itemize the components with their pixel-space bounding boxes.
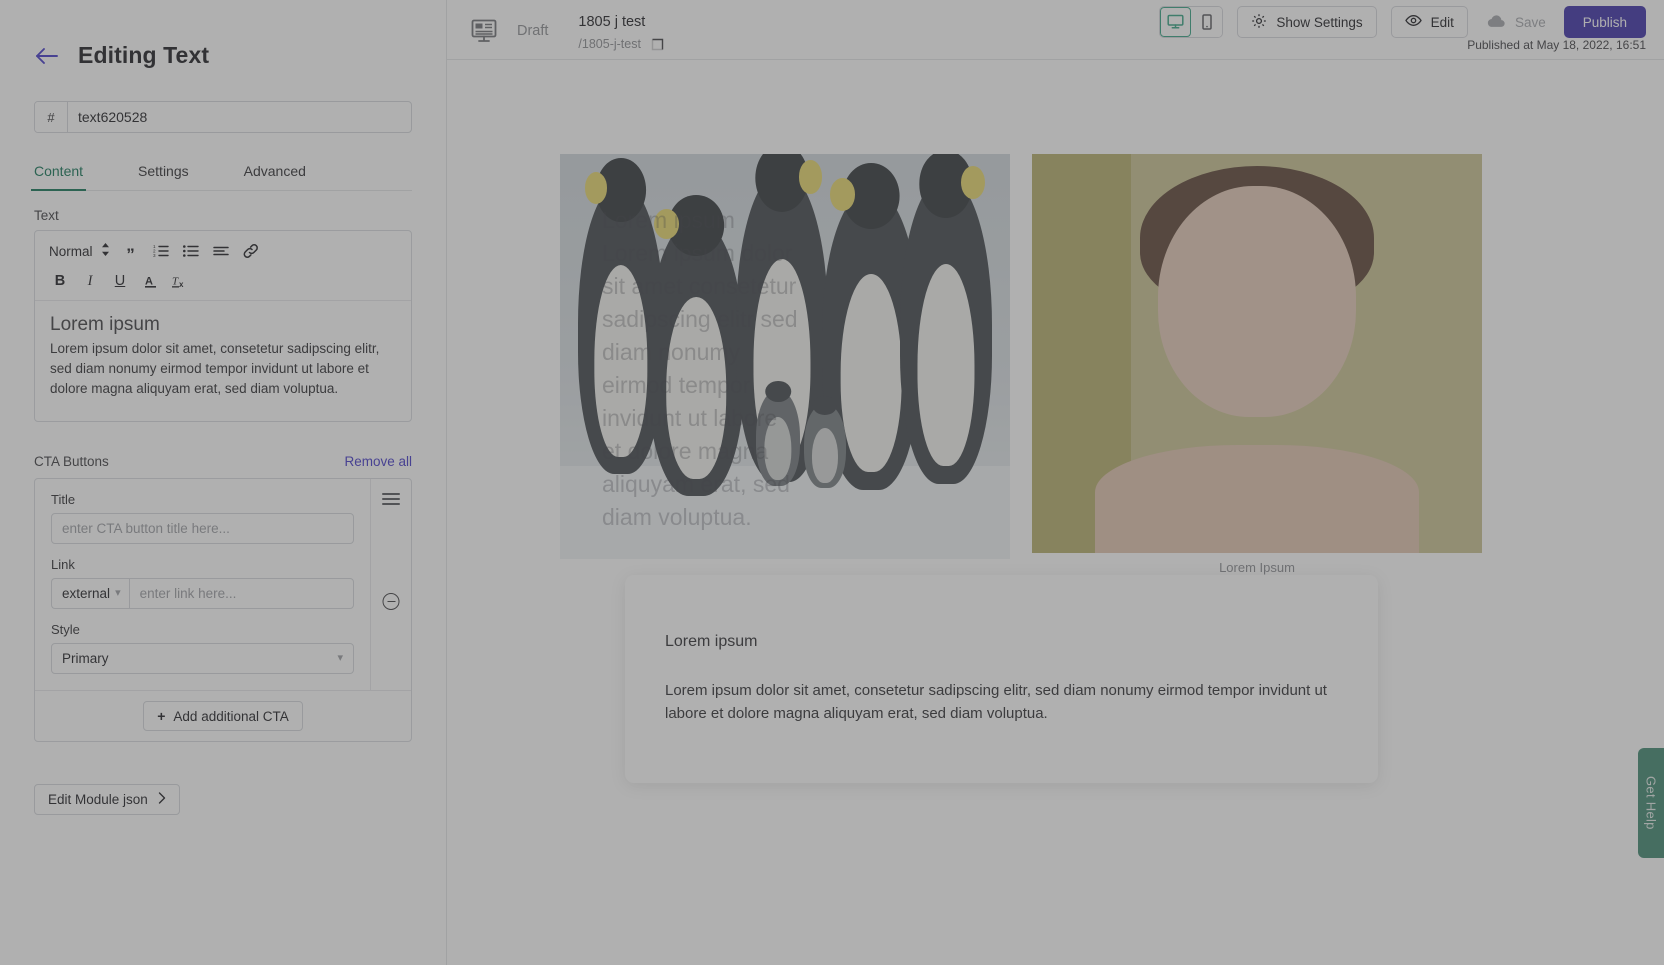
cloud-icon xyxy=(1486,14,1506,31)
rte-heading: Lorem ipsum xyxy=(50,314,396,336)
svg-text:A: A xyxy=(145,275,153,287)
add-additional-cta-button[interactable]: + Add additional CTA xyxy=(143,701,303,731)
cta-fields: Title Link external ▾ Style Primary xyxy=(35,479,371,690)
cta-link-label: Link xyxy=(51,557,354,572)
image-overlay-text: Lorem ipsum Lorem ipsum dolor sit amet c… xyxy=(602,204,802,534)
device-toggle xyxy=(1159,6,1223,38)
add-cta-label: Add additional CTA xyxy=(173,709,288,724)
show-settings-label: Show Settings xyxy=(1276,15,1362,30)
text-color-icon[interactable]: A xyxy=(135,268,165,294)
cta-card-footer: + Add additional CTA xyxy=(35,690,411,741)
clear-format-icon[interactable]: T x xyxy=(165,268,195,294)
published-at-text: Published at May 18, 2022, 16:51 xyxy=(1467,38,1646,52)
external-link-icon[interactable] xyxy=(651,38,664,51)
tab-settings[interactable]: Settings xyxy=(138,163,189,190)
media-item-left: Lorem ipsum Lorem ipsum dolor sit amet c… xyxy=(560,154,1010,559)
rte-paragraph: Lorem ipsum dolor sit amet, consetetur s… xyxy=(50,339,396,399)
cta-title-input[interactable] xyxy=(51,513,354,544)
page-slug: /1805-j-test xyxy=(578,37,641,51)
rich-text-editor: Normal ” 1 2 3 xyxy=(34,230,412,422)
cta-style-select[interactable]: Primary ▾ xyxy=(51,643,354,674)
plus-icon: + xyxy=(157,708,165,724)
cta-link-type-value: external xyxy=(62,586,110,601)
tab-content[interactable]: Content xyxy=(34,163,83,190)
edit-button[interactable]: Edit xyxy=(1391,6,1468,38)
media-item-right: Lorem Ipsum xyxy=(1032,154,1482,559)
chevron-down-icon: ▾ xyxy=(337,653,343,664)
edit-json-label: Edit Module json xyxy=(48,792,148,807)
rte-toolbar: Normal ” 1 2 3 xyxy=(35,231,411,301)
mobile-icon[interactable] xyxy=(1191,7,1222,37)
eye-icon xyxy=(1405,14,1422,30)
remove-cta-icon[interactable] xyxy=(383,593,400,610)
format-dropdown[interactable]: Normal xyxy=(45,241,116,261)
text-module-card[interactable]: Lorem ipsum Lorem ipsum dolor sit amet, … xyxy=(625,575,1378,783)
page-name: 1805 j test xyxy=(578,14,664,30)
svg-text:3: 3 xyxy=(153,253,156,258)
page-layout-icon xyxy=(469,18,499,44)
module-paragraph: Lorem ipsum dolor sit amet, consetetur s… xyxy=(665,679,1338,725)
cta-section-label: CTA Buttons xyxy=(34,454,109,469)
svg-text:x: x xyxy=(179,280,184,289)
cta-link-input[interactable] xyxy=(129,578,354,609)
image-caption: Lorem Ipsum xyxy=(1032,560,1482,575)
rte-content-area[interactable]: Lorem ipsum Lorem ipsum dolor sit amet, … xyxy=(35,301,411,421)
portrait-image[interactable] xyxy=(1032,154,1482,553)
chevron-down-icon: ▾ xyxy=(115,588,121,599)
format-dropdown-value: Normal xyxy=(49,244,93,259)
page-title: Editing Text xyxy=(78,42,209,69)
toolbar-right-group: Show Settings Edit xyxy=(1159,6,1646,38)
tab-advanced[interactable]: Advanced xyxy=(244,163,306,190)
save-label: Save xyxy=(1515,15,1546,30)
module-heading: Lorem ipsum xyxy=(665,633,1338,651)
media-row: Lorem ipsum Lorem ipsum dolor sit amet c… xyxy=(560,154,1482,559)
save-button: Save xyxy=(1482,6,1550,38)
publish-button[interactable]: Publish xyxy=(1564,6,1646,38)
stepper-arrows-icon xyxy=(101,243,110,259)
edit-label: Edit xyxy=(1431,15,1454,30)
ordered-list-icon[interactable]: 1 2 3 xyxy=(146,238,176,264)
remove-all-button[interactable]: Remove all xyxy=(344,454,412,469)
sidebar-tabs: Content Settings Advanced xyxy=(34,163,412,191)
cta-item-controls xyxy=(371,479,411,690)
blockquote-icon[interactable]: ” xyxy=(116,238,146,264)
show-settings-button[interactable]: Show Settings xyxy=(1237,6,1376,38)
cta-section-header: CTA Buttons Remove all xyxy=(34,454,412,469)
back-arrow-icon[interactable] xyxy=(34,43,60,69)
sidebar-header: Editing Text xyxy=(0,0,446,69)
svg-text:T: T xyxy=(172,275,179,287)
page-status: Draft xyxy=(517,23,548,39)
module-id-input[interactable] xyxy=(68,102,411,132)
get-help-label: Get Help xyxy=(1644,776,1659,830)
hash-icon: # xyxy=(35,102,68,132)
cta-title-label: Title xyxy=(51,492,354,507)
cta-item-card: Title Link external ▾ Style Primary xyxy=(34,478,412,742)
drag-handle-icon[interactable] xyxy=(382,493,400,508)
bullet-list-icon[interactable] xyxy=(176,238,206,264)
gear-icon xyxy=(1251,13,1267,32)
cta-style-value: Primary xyxy=(62,651,109,666)
module-id-field[interactable]: # xyxy=(34,101,412,133)
app-root: Editing Text # Content Settings Advanced… xyxy=(0,0,1664,965)
cta-link-type-select[interactable]: external ▾ xyxy=(51,578,129,609)
chevron-right-icon xyxy=(158,792,166,807)
toolbar-left-group: Draft 1805 j test /1805-j-test xyxy=(447,0,664,51)
italic-icon[interactable]: I xyxy=(75,268,105,294)
page-meta: 1805 j test /1805-j-test xyxy=(566,10,664,51)
get-help-tab[interactable]: Get Help xyxy=(1638,748,1664,858)
desktop-icon[interactable] xyxy=(1160,7,1191,37)
bold-icon[interactable]: B xyxy=(45,268,75,294)
underline-icon[interactable]: U xyxy=(105,268,135,294)
align-icon[interactable] xyxy=(206,238,236,264)
page-preview-canvas: Lorem ipsum Lorem ipsum dolor sit amet c… xyxy=(447,60,1664,965)
editor-sidebar: Editing Text # Content Settings Advanced… xyxy=(0,0,447,965)
penguins-image[interactable]: Lorem ipsum Lorem ipsum dolor sit amet c… xyxy=(560,154,1010,559)
top-toolbar: Draft 1805 j test /1805-j-test xyxy=(447,0,1664,60)
link-icon[interactable] xyxy=(236,238,266,264)
main-area: Draft 1805 j test /1805-j-test xyxy=(447,0,1664,965)
cta-style-label: Style xyxy=(51,622,354,637)
text-section-label: Text xyxy=(34,208,446,223)
edit-module-json-button[interactable]: Edit Module json xyxy=(34,784,180,815)
